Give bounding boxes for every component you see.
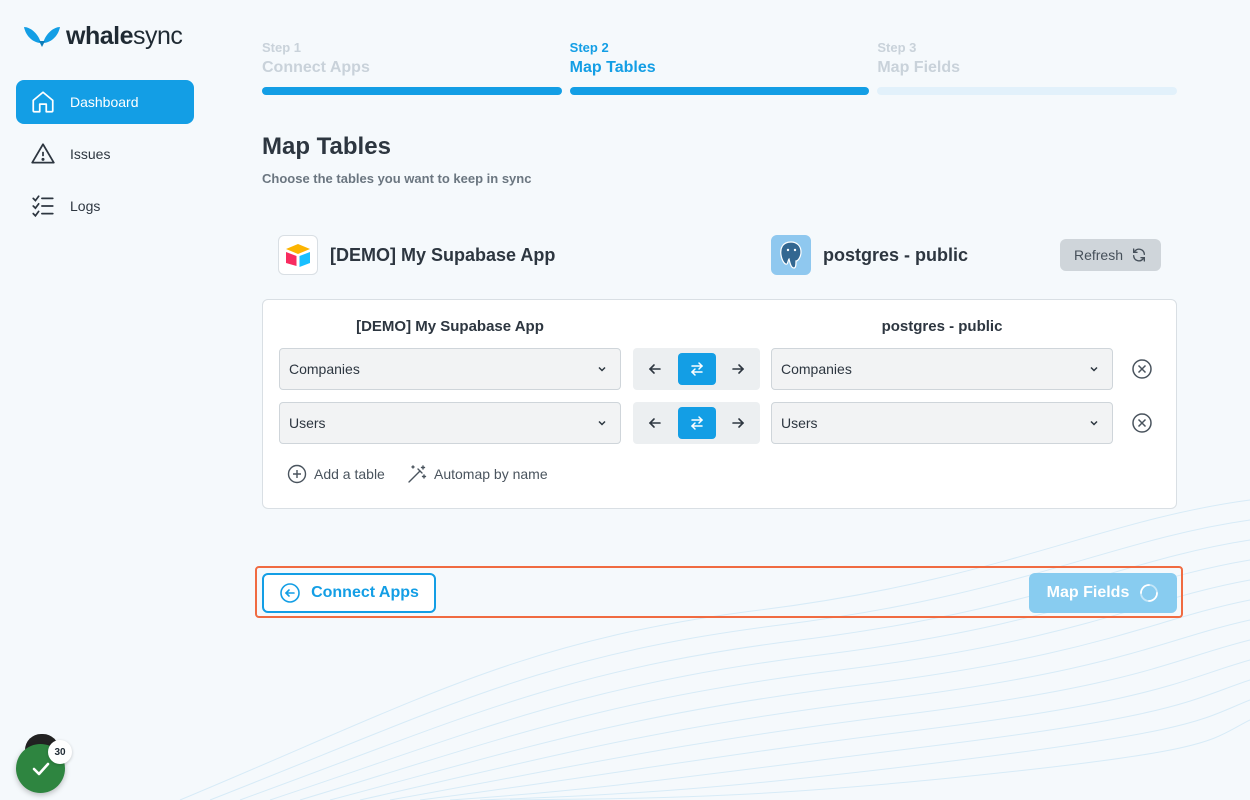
logo-wordmark: whalesync	[66, 22, 183, 50]
select-value: Users	[781, 415, 818, 431]
step-map-fields[interactable]: Step 3 Map Fields	[877, 40, 1178, 95]
right-table-select[interactable]: Companies	[771, 348, 1113, 390]
notification-count-badge: 30	[48, 740, 72, 764]
postgres-icon	[771, 235, 811, 275]
sync-right-button[interactable]	[722, 353, 754, 385]
right-column-header: postgres - public	[881, 318, 1003, 335]
chevron-down-icon	[1090, 366, 1098, 372]
remove-mapping-button[interactable]	[1130, 357, 1154, 381]
step-map-tables[interactable]: Step 2 Map Tables	[569, 40, 870, 95]
arrow-left-icon	[648, 418, 661, 428]
arrow-left-icon	[648, 364, 661, 374]
swap-icon	[690, 416, 703, 430]
loading-spinner-icon	[1140, 584, 1159, 602]
automap-label: Automap by name	[434, 466, 548, 482]
close-circle-icon	[1132, 413, 1152, 433]
left-column-header: [DEMO] My Supabase App	[356, 318, 544, 335]
sidebar-item-label: Dashboard	[70, 94, 139, 110]
step-progress-bar	[262, 87, 562, 95]
arrow-right-icon	[732, 418, 745, 428]
sync-both-button[interactable]	[677, 353, 716, 385]
step-progress-bar	[569, 87, 870, 95]
remove-mapping-button[interactable]	[1130, 411, 1154, 435]
sync-left-button[interactable]	[639, 353, 671, 385]
next-map-fields-button[interactable]: Map Fields	[1029, 573, 1177, 613]
add-table-button[interactable]: Add a table	[287, 464, 385, 484]
chevron-down-icon	[598, 420, 606, 426]
arrow-left-circle-icon	[280, 583, 300, 603]
left-app-name: [DEMO] My Supabase App	[330, 244, 556, 265]
left-app-header: [DEMO] My Supabase App	[278, 235, 555, 275]
refresh-icon	[1133, 248, 1146, 262]
check-icon	[32, 762, 49, 775]
select-value: Companies	[781, 361, 852, 377]
step-name: Map Tables	[569, 59, 656, 76]
sync-direction-toggle	[633, 402, 760, 444]
next-button-label: Map Fields	[1046, 584, 1130, 601]
step-name: Map Fields	[877, 59, 961, 76]
stepper: Step 1 Connect Apps Step 2 Map Tables St…	[262, 40, 1178, 95]
right-app-name: postgres - public	[823, 244, 969, 265]
sidebar-item-label: Logs	[70, 198, 101, 214]
select-value: Users	[289, 415, 326, 431]
step-number: Step 1	[262, 40, 302, 55]
step-number: Step 2	[569, 40, 609, 55]
home-icon	[32, 91, 54, 113]
warning-icon	[31, 143, 55, 164]
table-mapping-card: [DEMO] My Supabase App postgres - public…	[262, 299, 1177, 509]
refresh-label: Refresh	[1073, 247, 1124, 263]
page-subtitle: Choose the tables you want to keep in sy…	[262, 171, 532, 186]
refresh-button[interactable]: Refresh	[1060, 239, 1161, 271]
left-table-select[interactable]: Companies	[279, 348, 621, 390]
right-app-header: postgres - public	[771, 235, 968, 275]
sync-both-button[interactable]	[677, 407, 716, 439]
whale-tail-icon	[24, 26, 60, 47]
sidebar: whalesync Dashboard Issues Logs	[0, 0, 210, 800]
right-table-select[interactable]: Users	[771, 402, 1113, 444]
step-name: Connect Apps	[262, 59, 370, 76]
sidebar-item-logs[interactable]: Logs	[16, 184, 194, 228]
select-value: Companies	[289, 361, 360, 377]
magic-wand-icon	[408, 465, 427, 483]
chevron-down-icon	[598, 366, 606, 372]
step-connect-apps[interactable]: Step 1 Connect Apps	[262, 40, 562, 95]
sync-right-button[interactable]	[722, 407, 754, 439]
close-circle-icon	[1132, 359, 1152, 379]
left-table-select[interactable]: Users	[279, 402, 621, 444]
checklist-icon	[32, 195, 54, 218]
sidebar-item-dashboard[interactable]: Dashboard	[16, 80, 194, 124]
whalesync-logo[interactable]: whalesync	[22, 22, 183, 51]
arrow-right-icon	[732, 364, 745, 374]
add-table-label: Add a table	[314, 466, 385, 482]
step-progress-bar	[877, 87, 1178, 95]
airtable-icon	[278, 235, 318, 275]
sync-direction-toggle	[633, 348, 760, 390]
back-button-label: Connect Apps	[311, 584, 419, 601]
chevron-down-icon	[1090, 420, 1098, 426]
step-number: Step 3	[877, 40, 917, 55]
sidebar-nav: Dashboard Issues Logs	[16, 80, 194, 236]
sync-left-button[interactable]	[639, 407, 671, 439]
swap-icon	[690, 362, 703, 376]
plus-circle-icon	[287, 464, 307, 484]
sidebar-item-label: Issues	[70, 146, 111, 162]
page-title: Map Tables	[262, 133, 391, 160]
automap-button[interactable]: Automap by name	[407, 464, 548, 484]
sidebar-item-issues[interactable]: Issues	[16, 132, 194, 176]
back-connect-apps-button[interactable]: Connect Apps	[262, 573, 436, 613]
